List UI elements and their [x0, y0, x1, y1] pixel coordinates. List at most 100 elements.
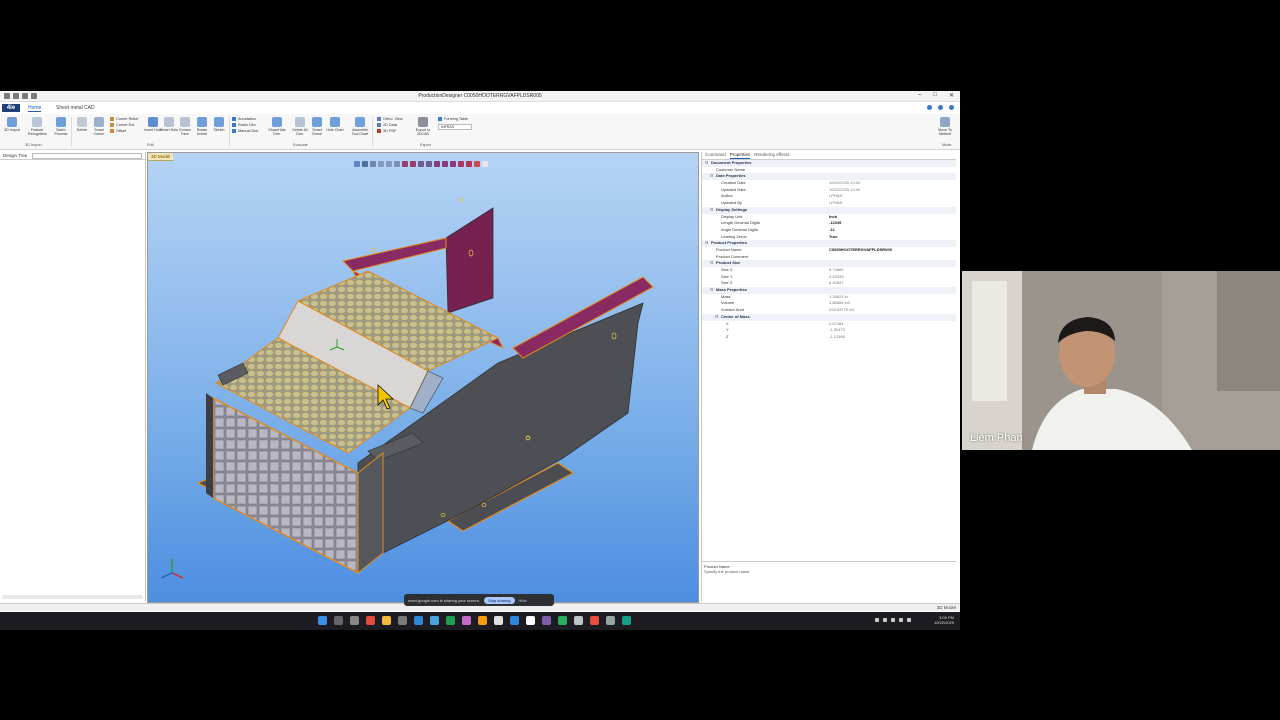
front-side-plate[interactable]	[357, 451, 384, 575]
smart-corner-button[interactable]: Smart Corner	[90, 117, 108, 136]
ortho-view-item[interactable]: Ortho. View	[377, 117, 403, 121]
participant-video-tile[interactable]: Liem Phan	[962, 271, 1280, 450]
import-3d-button[interactable]: 3D Import	[3, 117, 21, 132]
collapse-icon[interactable]: ⊟	[710, 173, 714, 178]
section-icon[interactable]	[442, 161, 448, 167]
rotate-unfold-button[interactable]: Rotate Unfold	[193, 117, 211, 136]
tab-command[interactable]: Command	[705, 152, 726, 159]
refresh-icon[interactable]	[927, 105, 932, 110]
property-row[interactable]: Updated Date 10/22/2025 13:04	[702, 187, 956, 194]
view-front-icon[interactable]	[394, 161, 400, 167]
property-value[interactable]: 10/22/2025 13:04	[829, 187, 860, 192]
app-icon[interactable]	[574, 616, 583, 625]
pdf-3d-item[interactable]: 3D PDF	[377, 129, 397, 133]
property-value[interactable]: 1.26823 lb	[829, 294, 848, 299]
measure-icon[interactable]	[450, 161, 456, 167]
volume-icon[interactable]	[899, 618, 903, 622]
show-hide-dim-button[interactable]: Show/Hide Dim.	[268, 117, 286, 136]
property-row[interactable]: Size Y 4.15333	[702, 274, 956, 281]
zoom-icon[interactable]	[378, 161, 384, 167]
select-icon[interactable]	[354, 161, 360, 167]
zoom-fit-icon[interactable]	[370, 161, 376, 167]
sheet-metal-model[interactable]	[148, 153, 700, 604]
rotate-icon[interactable]	[386, 161, 392, 167]
3d-viewport[interactable]: 3D Model	[147, 152, 699, 603]
app-icon[interactable]	[590, 616, 599, 625]
edge-icon[interactable]	[430, 616, 439, 625]
property-value[interactable]: 10/22/2025 13:04	[829, 180, 860, 185]
tree-horizontal-scrollbar[interactable]	[2, 595, 143, 599]
app-icon[interactable]	[510, 616, 519, 625]
rear-wall[interactable]	[445, 207, 494, 314]
property-value[interactable]: LPHAN	[829, 193, 842, 198]
pan-icon[interactable]	[362, 161, 368, 167]
task-view-icon[interactable]	[350, 616, 359, 625]
search-icon[interactable]	[334, 616, 343, 625]
app-icon[interactable]	[526, 616, 535, 625]
collapse-icon[interactable]: ⊟	[710, 260, 714, 265]
view-iso-icon[interactable]	[418, 161, 424, 167]
close-icon[interactable]: ✕	[949, 92, 954, 99]
corner-ext-item[interactable]: Corner Ext.	[110, 123, 135, 127]
property-row[interactable]: Display Unit Inch	[702, 214, 956, 221]
shading-icon[interactable]	[426, 161, 432, 167]
reset-view-icon[interactable]	[474, 161, 480, 167]
app-icon[interactable]	[622, 616, 631, 625]
property-row[interactable]: Size X 5.74865	[702, 267, 956, 274]
property-value[interactable]: -1.12466	[829, 334, 845, 339]
property-row[interactable]: X 0.57384	[702, 321, 956, 328]
collapse-icon[interactable]: ⊟	[705, 160, 709, 165]
hide-icon[interactable]	[466, 161, 472, 167]
property-value[interactable]: LPHAN	[829, 200, 842, 205]
tab-home[interactable]: Home	[28, 105, 42, 112]
stop-sharing-button[interactable]: Stop sharing	[484, 596, 515, 604]
property-value[interactable]: Inch	[829, 214, 837, 219]
property-value[interactable]: C0050HOOTERRGVAFPLDSR005	[829, 247, 892, 252]
view-right-icon[interactable]	[410, 161, 416, 167]
move-to-method-button[interactable]: Move To Method	[936, 117, 954, 136]
app-icon[interactable]	[558, 616, 567, 625]
annotation-item[interactable]: Annotation	[232, 117, 256, 121]
outlook-icon[interactable]	[414, 616, 423, 625]
viewport-tab-3d-model[interactable]: 3D Model	[148, 153, 174, 161]
property-row[interactable]: Angle Decimal Digits .12	[702, 227, 956, 234]
manual-dim-item[interactable]: Manual Dim.	[232, 129, 259, 133]
taskbar-clock[interactable]: 3:05 PM 10/22/2025	[934, 615, 954, 625]
collapse-icon[interactable]: ⊟	[715, 314, 719, 319]
property-row[interactable]: Mass 1.26823 lb	[702, 294, 956, 301]
extract-face-button[interactable]: Extract Face	[176, 117, 194, 136]
property-row[interactable]: Z -1.12466	[702, 334, 956, 341]
batch-process-button[interactable]: Batch Process	[52, 117, 70, 136]
property-value[interactable]: 228.53775 in2	[829, 307, 854, 312]
app-icon[interactable]	[478, 616, 487, 625]
property-row[interactable]: Updated By LPHAN	[702, 200, 956, 207]
property-value[interactable]: .12345	[829, 220, 841, 225]
start-icon[interactable]	[318, 616, 327, 625]
property-value[interactable]: .12	[829, 227, 835, 232]
collapse-icon[interactable]: ⊟	[710, 207, 714, 212]
corner-relief-item[interactable]: Corner Relief	[110, 117, 138, 121]
property-category[interactable]: ⊟ Product Size	[702, 260, 956, 267]
property-row[interactable]: Surface Area 228.53775 in2	[702, 307, 956, 314]
property-category[interactable]: ⊟ Display Settings	[702, 206, 956, 214]
property-value[interactable]: True	[829, 234, 837, 239]
app-icon[interactable]	[606, 616, 615, 625]
tab-rendering-effects[interactable]: Rendering effects	[754, 152, 789, 159]
tab-properties[interactable]: Properties	[729, 152, 751, 159]
property-value[interactable]: 0.57384	[829, 321, 843, 326]
property-row[interactable]: Volume 4.88668 in3	[702, 300, 956, 307]
property-row[interactable]: Product Name C0050HOOTERRGVAFPLDSR005	[702, 247, 956, 254]
minimize-icon[interactable]: –	[918, 92, 921, 99]
assemble-tool-chart-button[interactable]: Assemble Tool Chart	[351, 117, 369, 136]
data-2d-item[interactable]: 2D Data	[377, 123, 397, 127]
app-icon[interactable]	[494, 616, 503, 625]
property-category[interactable]: ⊟ Center of Mass	[702, 313, 956, 321]
rear-top-flange[interactable]	[342, 237, 447, 272]
property-category[interactable]: ⊟ Mass Properties	[702, 287, 956, 294]
units-dropdown[interactable]: INFRAS	[438, 124, 472, 130]
property-value[interactable]: -1.30473	[829, 327, 845, 332]
forming-table-item[interactable]: Forming Table	[438, 117, 468, 121]
teams-icon[interactable]	[542, 616, 551, 625]
wireframe-icon[interactable]	[434, 161, 440, 167]
collapse-icon[interactable]: ⊟	[710, 287, 714, 292]
